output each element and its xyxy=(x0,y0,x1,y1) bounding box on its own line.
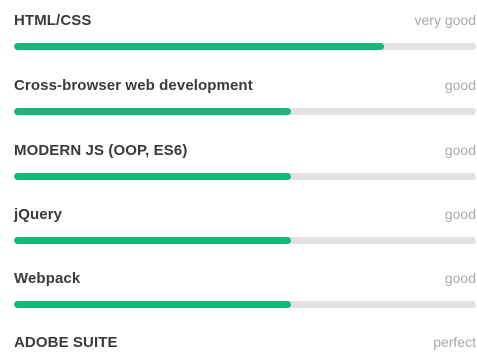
skill-progress-fill xyxy=(14,43,384,50)
skill-header: HTML/CSS very good xyxy=(14,12,476,32)
skill-level: good xyxy=(444,206,476,222)
skill-name: Webpack xyxy=(14,270,81,287)
skill-header: ADOBE SUITE perfect xyxy=(14,334,476,354)
skill-progress-bar xyxy=(14,301,476,308)
skill-progress-bar xyxy=(14,173,476,180)
skill-header: MODERN JS (OOP, ES6) good xyxy=(14,142,476,162)
skill-level: good xyxy=(444,142,476,158)
skill-progress-bar xyxy=(14,108,476,115)
skill-progress-bar xyxy=(14,237,476,244)
skill-header: jQuery good xyxy=(14,206,476,226)
skill-progress-fill xyxy=(14,173,292,180)
skill-header: Webpack good xyxy=(14,270,476,290)
skill-item-cross-browser: Cross-browser web development good xyxy=(14,77,476,115)
skill-item-modern-js: MODERN JS (OOP, ES6) good xyxy=(14,142,476,180)
skill-progress-bar xyxy=(14,43,476,50)
skill-name: HTML/CSS xyxy=(14,12,92,29)
skill-item-html-css: HTML/CSS very good xyxy=(14,12,476,50)
skill-level: good xyxy=(444,270,476,286)
skill-level: very good xyxy=(414,12,476,28)
skill-name: MODERN JS (OOP, ES6) xyxy=(14,142,188,159)
skill-item-webpack: Webpack good xyxy=(14,270,476,308)
skills-list: HTML/CSS very good Cross-browser web dev… xyxy=(0,0,477,360)
skill-name: Cross-browser web development xyxy=(14,77,253,94)
skill-progress-fill xyxy=(14,237,292,244)
skill-name: jQuery xyxy=(14,206,63,223)
skill-level: perfect xyxy=(433,334,476,350)
skill-item-adobe-suite: ADOBE SUITE perfect xyxy=(14,334,476,354)
skill-progress-fill xyxy=(14,108,292,115)
skill-item-jquery: jQuery good xyxy=(14,206,476,244)
skill-progress-fill xyxy=(14,301,292,308)
skill-level: good xyxy=(444,77,476,93)
skill-name: ADOBE SUITE xyxy=(14,334,118,351)
skill-header: Cross-browser web development good xyxy=(14,77,476,97)
